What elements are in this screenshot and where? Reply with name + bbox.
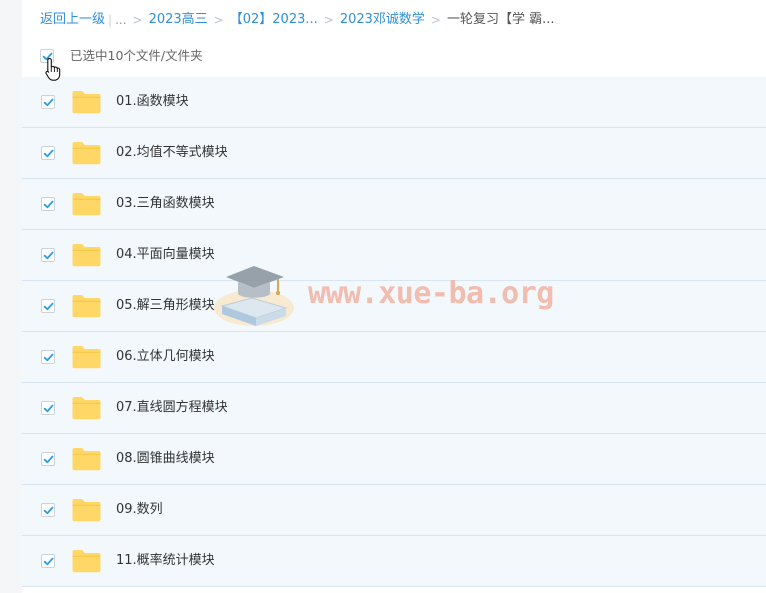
- back-link[interactable]: 返回上一级: [40, 10, 105, 30]
- item-checkbox[interactable]: [41, 452, 55, 466]
- breadcrumb-ellipsis[interactable]: ...: [115, 10, 126, 30]
- breadcrumb-separator: >: [213, 13, 224, 27]
- file-name[interactable]: 11.概率统计模块: [116, 551, 215, 571]
- folder-icon: [71, 192, 102, 216]
- list-item[interactable]: 03.三角函数模块: [22, 179, 766, 230]
- folder-icon: [71, 396, 102, 420]
- check-icon: [43, 200, 53, 208]
- breadcrumb-item-dengcheng-math[interactable]: 2023邓诚数学: [340, 10, 425, 30]
- check-icon: [43, 353, 53, 361]
- file-name[interactable]: 03.三角函数模块: [116, 194, 215, 214]
- item-checkbox[interactable]: [41, 248, 55, 262]
- breadcrumb-item-2023-gaosan[interactable]: 2023高三: [149, 10, 208, 30]
- folder-icon: [71, 447, 102, 471]
- check-icon: [43, 404, 53, 412]
- folder-icon: [71, 345, 102, 369]
- file-name[interactable]: 04.平面向量模块: [116, 245, 215, 265]
- check-icon: [43, 557, 53, 565]
- folder-icon: [71, 294, 102, 318]
- breadcrumb-divider: |: [108, 13, 113, 27]
- list-item[interactable]: 06.立体几何模块: [22, 332, 766, 383]
- item-checkbox[interactable]: [41, 197, 55, 211]
- list-item[interactable]: 11.概率统计模块: [22, 536, 766, 587]
- file-name[interactable]: 01.函数模块: [116, 92, 189, 112]
- left-gutter: [0, 0, 22, 593]
- selection-count-text: 已选中10个文件/文件夹: [70, 48, 203, 63]
- file-name[interactable]: 06.立体几何模块: [116, 347, 215, 367]
- hand-pointer-icon: [45, 57, 61, 82]
- breadcrumb-item-02-2023[interactable]: 【02】2023...: [230, 10, 318, 30]
- check-icon: [43, 98, 53, 106]
- check-icon: [43, 455, 53, 463]
- breadcrumb: 返回上一级 | ... > 2023高三 > 【02】2023... > 202…: [40, 10, 555, 30]
- breadcrumb-separator: >: [430, 13, 441, 27]
- check-icon: [43, 149, 53, 157]
- item-checkbox[interactable]: [41, 503, 55, 517]
- item-checkbox[interactable]: [41, 146, 55, 160]
- file-list: 01.函数模块 02.均值不等式模块 03.三角函数模块 04.平面向量模块 0…: [22, 77, 766, 587]
- item-checkbox[interactable]: [41, 401, 55, 415]
- file-name[interactable]: 09.数列: [116, 500, 163, 520]
- list-item[interactable]: 07.直线圆方程模块: [22, 383, 766, 434]
- folder-icon: [71, 549, 102, 573]
- item-checkbox[interactable]: [41, 350, 55, 364]
- file-name[interactable]: 07.直线圆方程模块: [116, 398, 228, 418]
- breadcrumb-current: 一轮复习【学 霸...: [446, 12, 555, 27]
- list-item[interactable]: 04.平面向量模块: [22, 230, 766, 281]
- file-name[interactable]: 05.解三角形模块: [116, 296, 215, 316]
- folder-icon: [71, 243, 102, 267]
- list-item[interactable]: 09.数列: [22, 485, 766, 536]
- folder-icon: [71, 90, 102, 114]
- list-item[interactable]: 01.函数模块: [22, 77, 766, 128]
- selection-bar: 已选中10个文件/文件夹: [40, 46, 203, 66]
- file-name[interactable]: 08.圆锥曲线模块: [116, 449, 215, 469]
- folder-icon: [71, 498, 102, 522]
- item-checkbox[interactable]: [41, 554, 55, 568]
- check-icon: [43, 251, 53, 259]
- list-item[interactable]: 05.解三角形模块: [22, 281, 766, 332]
- item-checkbox[interactable]: [41, 95, 55, 109]
- item-checkbox[interactable]: [41, 299, 55, 313]
- folder-icon: [71, 141, 102, 165]
- check-icon: [43, 302, 53, 310]
- list-item[interactable]: 08.圆锥曲线模块: [22, 434, 766, 485]
- check-icon: [43, 506, 53, 514]
- breadcrumb-separator: >: [132, 13, 143, 27]
- list-item[interactable]: 02.均值不等式模块: [22, 128, 766, 179]
- breadcrumb-separator: >: [323, 13, 334, 27]
- file-name[interactable]: 02.均值不等式模块: [116, 143, 228, 163]
